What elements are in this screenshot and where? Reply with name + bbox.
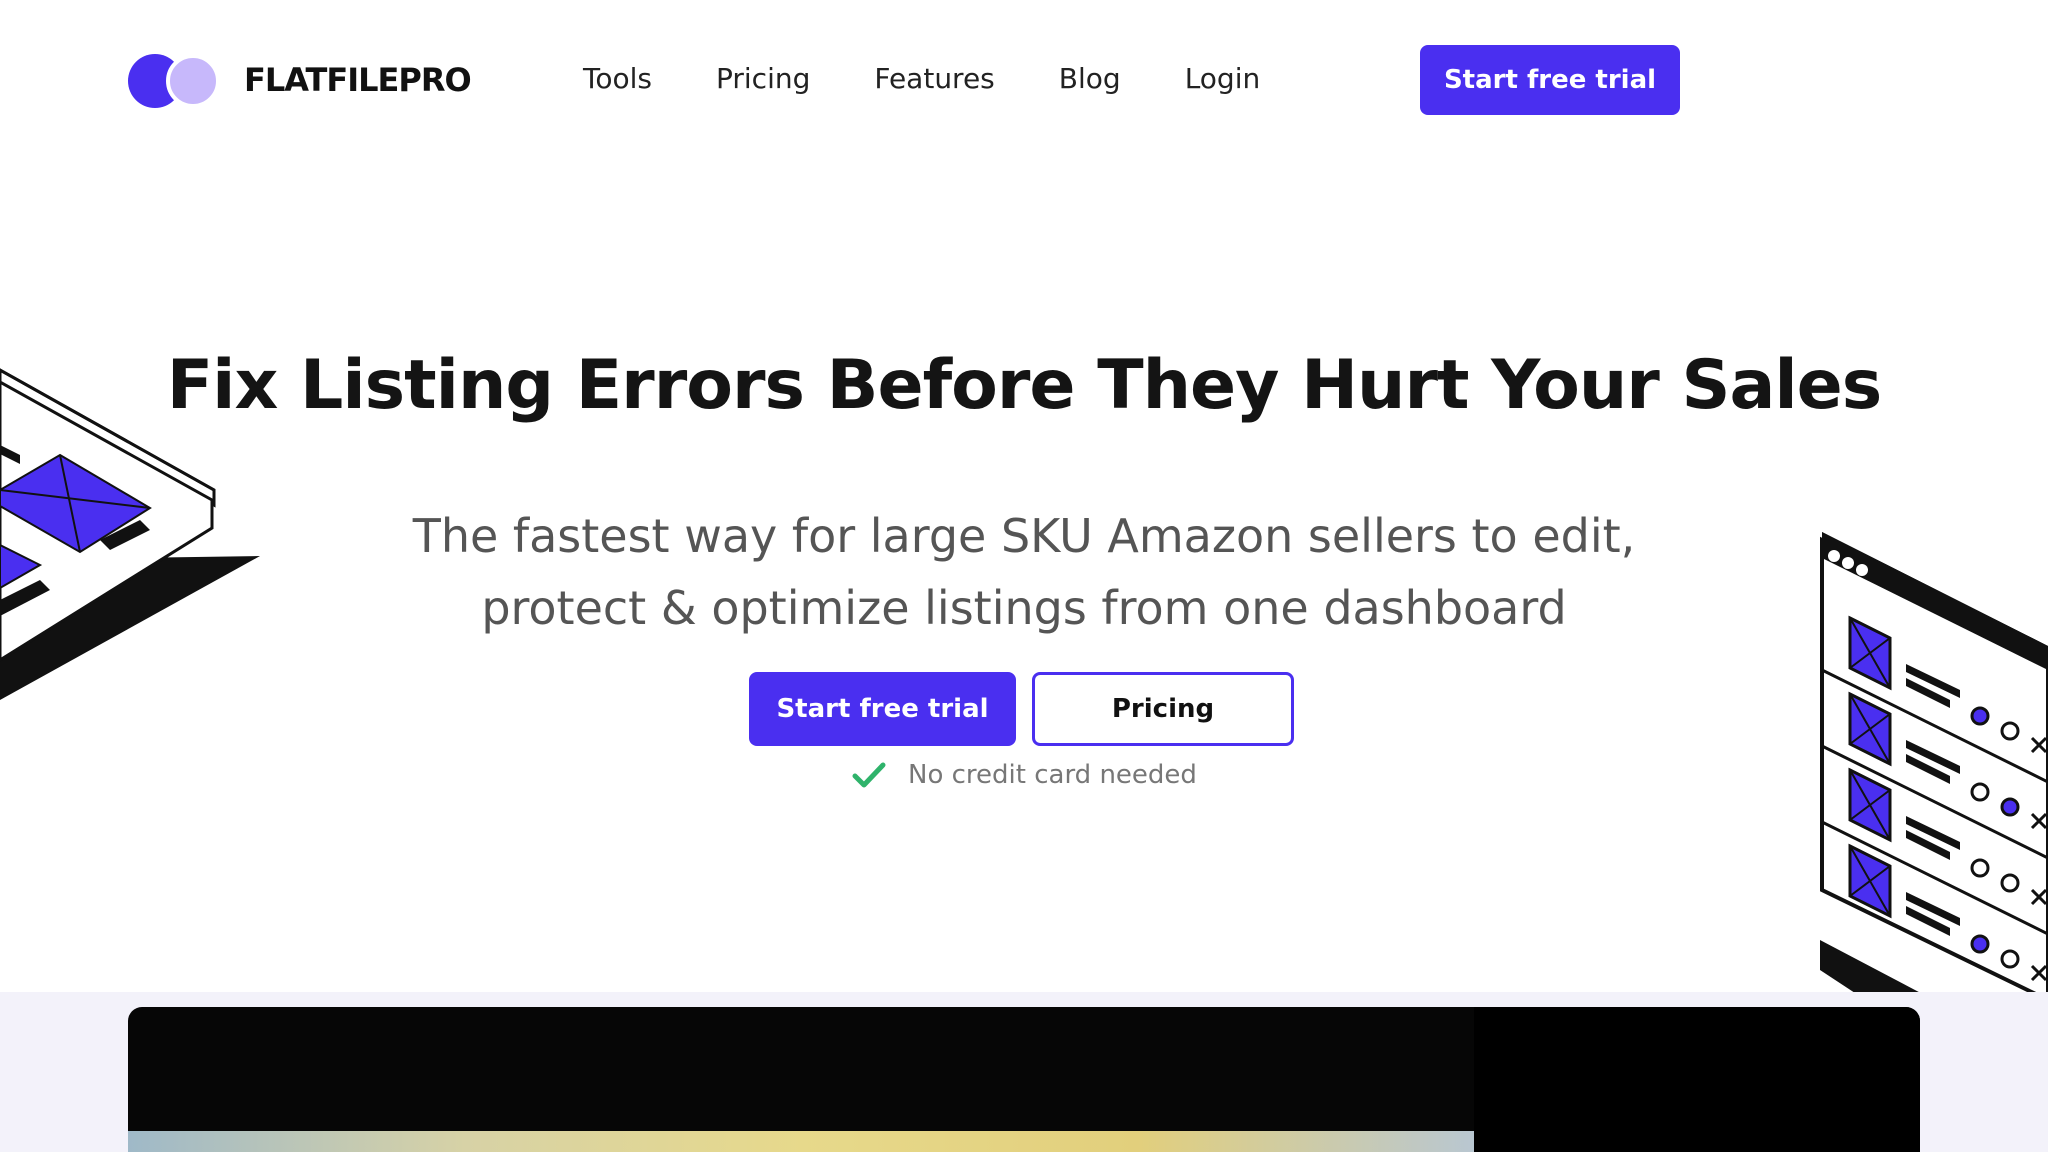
hero-pricing-button[interactable]: Pricing [1032,672,1294,746]
nav-blog[interactable]: Blog [1059,56,1121,102]
landing-page: FLATFILEPRO Tools Pricing Features Blog … [0,0,2048,1152]
logo-mark-icon [128,52,224,108]
hero-subheadline: The fastest way for large SKU Amazon sel… [324,500,1724,644]
no-credit-card-text: No credit card needed [908,760,1197,790]
nav-login[interactable]: Login [1185,56,1261,102]
header-start-trial-button[interactable]: Start free trial [1420,45,1680,115]
no-credit-card-note: No credit card needed [852,760,1197,790]
hero-subheadline-line-2: protect & optimize listings from one das… [481,581,1567,635]
check-icon [852,762,886,788]
main-nav: Tools Pricing Features Blog Login [583,56,1260,102]
hero-headline: Fix Listing Errors Before They Hurt Your… [166,346,1883,425]
hero-start-trial-button[interactable]: Start free trial [749,672,1016,746]
logo-text: FLATFILEPRO [244,61,472,99]
nav-features[interactable]: Features [874,56,994,102]
hero-subheadline-line-1: The fastest way for large SKU Amazon sel… [412,509,1636,563]
nav-tools[interactable]: Tools [583,56,652,102]
demo-video[interactable] [128,1007,1920,1152]
video-side-panel [1474,1007,1920,1152]
nav-pricing[interactable]: Pricing [716,56,810,102]
brand-logo[interactable]: FLATFILEPRO [128,52,472,108]
video-screen-strip [128,1131,1474,1152]
